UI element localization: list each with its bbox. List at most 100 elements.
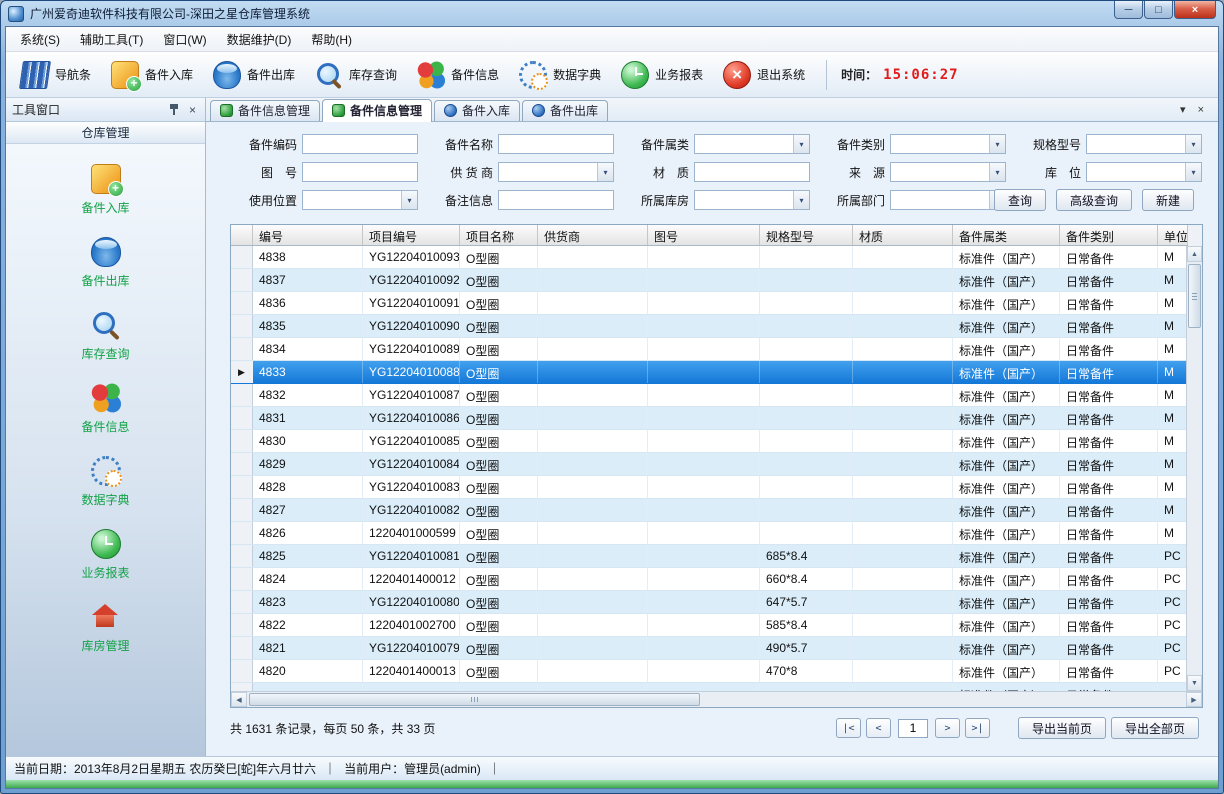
row-selector-cell[interactable]: ▶ [231,269,253,291]
sidebar-item[interactable]: 数据字典 [46,452,166,512]
table-row[interactable]: ▶ 4825 YG12204010081 O型圈 685*8.4 标准件（国产）… [231,545,1188,568]
toolbar-item[interactable]: 退出系统 [716,58,812,92]
search-field-input[interactable] [303,163,417,181]
row-selector-cell[interactable]: ▶ [231,476,253,498]
maximize-button[interactable]: □ [1144,1,1173,19]
column-header[interactable]: 备件类别 [1060,225,1158,245]
search-field-input[interactable] [499,163,597,181]
search-field-input[interactable] [303,135,417,153]
dropdown-arrow-icon[interactable]: ▾ [401,191,417,209]
toolbar-item[interactable]: 备件出库 [206,58,302,92]
table-row[interactable]: ▶ 4821 YG12204010079 O型圈 490*5.7 标准件（国产）… [231,637,1188,660]
menu-item[interactable]: 帮助(H) [301,27,362,52]
toolbar-item[interactable]: 导航条 [14,58,98,92]
table-row[interactable]: ▶ 4827 YG12204010082 O型圈 标准件（国产） 日常备件 [231,499,1188,522]
table-row[interactable]: ▶ 4832 YG12204010087 O型圈 标准件（国产） 日常备件 [231,384,1188,407]
table-row[interactable]: ▶ 4824 1220401400012 O型圈 660*8.4 标准件（国产）… [231,568,1188,591]
prev-page-button[interactable]: < [866,718,891,738]
column-header[interactable]: 项目名称 [460,225,538,245]
row-selector-cell[interactable]: ▶ [231,246,253,268]
menu-item[interactable]: 数据维护(D) [217,27,302,52]
search-field-input[interactable] [499,191,613,209]
row-selector-cell[interactable]: ▶ [231,499,253,521]
dropdown-arrow-icon[interactable]: ▾ [597,163,613,181]
row-selector-cell[interactable]: ▶ [231,453,253,475]
last-page-button[interactable]: >| [965,718,990,738]
table-row[interactable]: ▶ 4823 YG12204010080 O型圈 647*5.7 标准件（国产）… [231,591,1188,614]
search-field-input[interactable] [891,191,989,209]
search-field-input[interactable] [891,163,989,181]
first-page-button[interactable]: |< [836,718,861,738]
minimize-button[interactable]: ─ [1114,1,1143,19]
column-header[interactable]: 编号 [253,225,363,245]
column-header[interactable]: 单位 [1158,225,1188,245]
scroll-down-icon[interactable]: ▼ [1187,675,1202,691]
search-field-input[interactable] [695,135,793,153]
panel-close-icon[interactable]: × [186,103,199,117]
dropdown-arrow-icon[interactable]: ▾ [1185,163,1201,181]
query-button[interactable]: 查询 [994,189,1046,211]
sidebar-item[interactable]: 库存查询 [46,306,166,366]
menu-item[interactable]: 窗口(W) [153,27,216,52]
dropdown-arrow-icon[interactable]: ▾ [989,163,1005,181]
column-header[interactable]: 材质 [853,225,953,245]
advanced-query-button[interactable]: 高级查询 [1056,189,1132,211]
scroll-left-icon[interactable]: ◀ [231,692,247,707]
dropdown-arrow-icon[interactable]: ▾ [793,191,809,209]
dropdown-arrow-icon[interactable]: ▾ [1185,135,1201,153]
search-field-input[interactable] [695,191,793,209]
table-row[interactable]: ▶ 4820 1220401400013 O型圈 470*8 标准件（国产） 日… [231,660,1188,683]
table-row[interactable]: ▶ 4834 YG12204010089 O型圈 标准件（国产） 日常备件 [231,338,1188,361]
table-row[interactable]: ▶ 4830 YG12204010085 O型圈 标准件（国产） 日常备件 [231,430,1188,453]
tab[interactable]: 备件入库 [434,100,520,121]
vertical-scroll-thumb[interactable] [1188,264,1201,328]
sidebar-item[interactable]: 库房管理 [46,598,166,658]
tab-list-icon[interactable]: ▾ [1178,104,1188,117]
search-field-input[interactable] [303,191,401,209]
table-row[interactable]: ▶ 4826 1220401000599 O型圈 标准件（国产） 日常备件 [231,522,1188,545]
toolbar-item[interactable]: 备件信息 [410,58,506,92]
column-header[interactable]: 图号 [648,225,760,245]
export-current-page-button[interactable]: 导出当前页 [1018,717,1106,739]
table-row[interactable]: ▶ 4828 YG12204010083 O型圈 标准件（国产） 日常备件 [231,476,1188,499]
tab[interactable]: 备件信息管理 [210,100,320,121]
next-page-button[interactable]: > [935,718,960,738]
table-row[interactable]: ▶ 4833 YG12204010088 O型圈 标准件（国产） 日常备件 [231,361,1188,384]
row-selector-cell[interactable]: ▶ [231,384,253,406]
toolbar-item[interactable]: 库存查询 [308,58,404,92]
pin-icon[interactable] [169,103,180,116]
scroll-right-icon[interactable]: ▶ [1186,692,1202,707]
toolbar-item[interactable]: 数据字典 [512,58,608,92]
row-selector-cell[interactable]: ▶ [231,407,253,429]
row-selector-cell[interactable]: ▶ [231,338,253,360]
menu-item[interactable]: 系统(S) [10,27,70,52]
row-selector-cell[interactable]: ▶ [231,660,253,682]
export-all-pages-button[interactable]: 导出全部页 [1111,717,1199,739]
table-row[interactable]: ▶ 4822 1220401002700 O型圈 585*8.4 标准件（国产）… [231,614,1188,637]
dropdown-arrow-icon[interactable]: ▾ [793,135,809,153]
row-selector-cell[interactable]: ▶ [231,292,253,314]
tab-close-icon[interactable]: × [1196,104,1206,117]
sidebar-item[interactable]: 业务报表 [46,525,166,585]
row-selector-cell[interactable]: ▶ [231,591,253,613]
row-selector-cell[interactable]: ▶ [231,637,253,659]
tab[interactable]: 备件信息管理 [322,99,432,122]
row-selector-cell[interactable]: ▶ [231,522,253,544]
new-button[interactable]: 新建 [1142,189,1194,211]
row-selector-cell[interactable]: ▶ [231,568,253,590]
tab[interactable]: 备件出库 [522,100,608,121]
table-row[interactable]: ▶ 4831 YG12204010086 O型圈 标准件（国产） 日常备件 [231,407,1188,430]
search-field-input[interactable] [1087,135,1185,153]
column-header[interactable]: 规格型号 [760,225,853,245]
page-number-input[interactable] [898,719,928,738]
horizontal-scroll-thumb[interactable] [249,693,700,706]
row-selector-cell[interactable]: ▶ [231,430,253,452]
column-header[interactable]: 供货商 [538,225,648,245]
sidebar-item[interactable]: 备件入库 [46,160,166,220]
table-row[interactable]: ▶ 4829 YG12204010084 O型圈 标准件（国产） 日常备件 [231,453,1188,476]
row-selector-cell[interactable]: ▶ [231,545,253,567]
row-selector-cell[interactable]: ▶ [231,361,253,383]
sidebar-item[interactable]: 备件信息 [46,379,166,439]
toolbar-item[interactable]: 备件入库 [104,58,200,92]
table-row[interactable]: ▶ 4838 YG12204010093 O型圈 标准件（国产） 日常备件 [231,246,1188,269]
